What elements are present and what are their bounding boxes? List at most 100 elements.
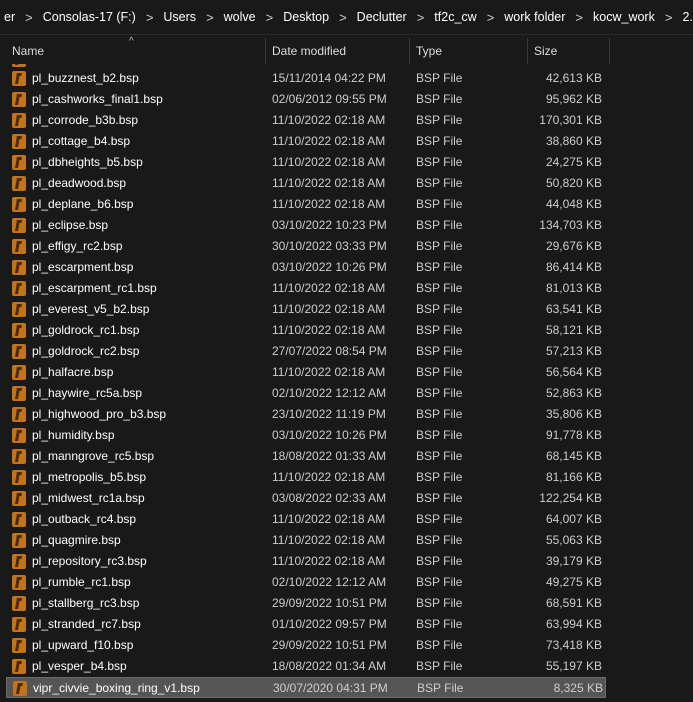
file-row[interactable]: pl_metropolis_b5.bsp 11/10/2022 02:18 AM B… [6, 467, 606, 488]
file-date: 03/10/2022 10:26 PM [272, 260, 387, 274]
column-header-size[interactable]: Size [528, 38, 610, 64]
bsp-file-icon [12, 470, 26, 485]
file-date: 18/08/2022 01:33 AM [272, 449, 387, 463]
file-date: 02/06/2012 09:55 PM [272, 92, 387, 106]
breadcrumb-item[interactable]: 2.0.4_maps [678, 10, 693, 24]
file-size: 55,063 KB [545, 533, 602, 547]
file-name: pl_deplane_b6.bsp [32, 197, 134, 211]
breadcrumb-separator-icon[interactable]: > [333, 10, 353, 25]
file-row[interactable]: pl_eclipse.bsp 03/10/2022 10:23 PM BSP Fil… [6, 215, 606, 236]
file-type: BSP File [416, 449, 463, 463]
file-type: BSP File [416, 197, 463, 211]
file-row[interactable]: pl_humidity.bsp 03/10/2022 10:26 PM BSP Fi… [6, 425, 606, 446]
file-date: 03/10/2022 10:23 PM [272, 218, 387, 232]
file-date: 29/09/2022 10:51 PM [272, 638, 387, 652]
file-type: BSP File [416, 428, 463, 442]
breadcrumb-item[interactable]: Declutter [353, 10, 411, 24]
bsp-file-icon [12, 113, 26, 128]
file-name: pl_vesper_b4.bsp [32, 659, 127, 673]
breadcrumb-item[interactable]: kocw_work [589, 10, 659, 24]
file-row[interactable]: pl_cottage_b4.bsp 11/10/2022 02:18 AM BSP … [6, 131, 606, 152]
breadcrumb-item[interactable]: Desktop [279, 10, 333, 24]
bsp-file-icon [12, 533, 26, 548]
file-row[interactable]: pl_repository_rc3.bsp 11/10/2022 02:18 AM… [6, 551, 606, 572]
file-name: pl_stallberg_rc3.bsp [32, 596, 140, 610]
breadcrumb-separator-icon[interactable]: > [260, 10, 280, 25]
bsp-file-icon [12, 344, 26, 359]
file-row[interactable]: pl_quagmire.bsp 11/10/2022 02:18 AM BSP Fi… [6, 530, 606, 551]
file-type: BSP File [416, 344, 463, 358]
file-name: pl_highwood_pro_b3.bsp [32, 407, 167, 421]
bsp-file-icon [12, 428, 26, 443]
file-date: 11/10/2022 02:18 AM [272, 302, 386, 316]
file-row[interactable]: pl_effigy_rc2.bsp 30/10/2022 03:33 PM BSP … [6, 236, 606, 257]
file-type: BSP File [416, 281, 463, 295]
file-name: pl_buzznest_b2.bsp [32, 71, 139, 85]
file-date: 30/10/2022 03:33 PM [272, 239, 387, 253]
file-type: BSP File [416, 218, 463, 232]
breadcrumb-separator-icon[interactable]: > [19, 10, 39, 25]
bsp-file-icon [12, 596, 26, 611]
breadcrumb-item[interactable]: Users [159, 10, 200, 24]
file-type: BSP File [416, 491, 463, 505]
file-row[interactable]: pl_highwood_pro_b3.bsp 23/10/2022 11:19 P… [6, 404, 606, 425]
file-date: 30/07/2020 04:31 PM [273, 681, 388, 695]
file-row[interactable]: pl_manngrove_rc5.bsp 18/08/2022 01:33 AM B… [6, 446, 606, 467]
bsp-file-icon [12, 554, 26, 569]
file-size: 68,145 KB [545, 449, 602, 463]
file-row[interactable]: pl_haywire_rc5a.bsp 02/10/2022 12:12 AM BS… [6, 383, 606, 404]
bsp-file-icon [12, 71, 26, 86]
file-name: pl_goldrock_rc2.bsp [32, 344, 140, 358]
breadcrumb-item[interactable]: work folder [500, 10, 569, 24]
file-name: pl_midwest_rc1a.bsp [32, 491, 145, 505]
breadcrumb-item[interactable]: er [0, 10, 19, 24]
file-row[interactable]: pl_corrode_b3b.bsp 11/10/2022 02:18 AM BSP… [6, 110, 606, 131]
file-row[interactable]: vipr_civvie_boxing_ring_v1.bsp 30/07/2020… [6, 677, 606, 698]
breadcrumb-item[interactable]: wolve [220, 10, 260, 24]
file-date: 11/10/2022 02:18 AM [272, 554, 386, 568]
breadcrumb-separator-icon[interactable]: > [569, 10, 589, 25]
file-row[interactable]: pl_escarpment_rc1.bsp 11/10/2022 02:18 AM… [6, 278, 606, 299]
file-row[interactable]: pl_goldrock_rc1.bsp 11/10/2022 02:18 AM BS… [6, 320, 606, 341]
file-size: 39,179 KB [545, 554, 602, 568]
file-row[interactable]: pl_rumble_rc1.bsp 02/10/2022 12:12 AM BSP … [6, 572, 606, 593]
breadcrumb-item[interactable]: tf2c_cw [430, 10, 480, 24]
bsp-file-icon [12, 281, 26, 296]
breadcrumb-item[interactable]: Consolas-17 (F:) [39, 10, 140, 24]
column-header-type[interactable]: Type [410, 38, 528, 64]
file-row[interactable]: pl_deadwood.bsp 11/10/2022 02:18 AM BSP Fi… [6, 173, 606, 194]
file-row[interactable]: pl_stranded_rc7.bsp 01/10/2022 09:57 PM BS… [6, 614, 606, 635]
file-row[interactable]: pl_stallberg_rc3.bsp 29/09/2022 10:51 PM B… [6, 593, 606, 614]
file-name: pl_everest_v5_b2.bsp [32, 302, 150, 316]
file-date: 11/10/2022 02:18 AM [272, 281, 386, 295]
file-row[interactable]: pl_vesper_b4.bsp 18/08/2022 01:34 AM BSP F… [6, 656, 606, 677]
file-date: 11/10/2022 02:18 AM [272, 113, 386, 127]
bsp-file-icon [12, 386, 26, 401]
breadcrumb-separator-icon[interactable]: > [140, 10, 160, 25]
file-row[interactable]: pl_halfacre.bsp 11/10/2022 02:18 AM BSP Fi… [6, 362, 606, 383]
breadcrumb-separator-icon[interactable]: > [411, 10, 431, 25]
file-row[interactable]: pl_everest_v5_b2.bsp 11/10/2022 02:18 AM B… [6, 299, 606, 320]
file-row[interactable]: pl_buzznest_b2.bsp 15/11/2014 04:22 PM BSP… [6, 68, 606, 89]
column-header-name[interactable]: Name [6, 38, 266, 64]
breadcrumb-separator-icon[interactable]: > [200, 10, 220, 25]
file-type: BSP File [416, 134, 463, 148]
bsp-file-icon [12, 302, 26, 317]
file-name: pl_quagmire.bsp [32, 533, 121, 547]
breadcrumb-separator-icon[interactable]: > [659, 10, 679, 25]
file-row[interactable]: pl_cashworks_final1.bsp 02/06/2012 09:55 … [6, 89, 606, 110]
file-row[interactable]: pl_upward_f10.bsp 29/09/2022 10:51 PM BSP … [6, 635, 606, 656]
file-name: pl_halfacre.bsp [32, 365, 114, 379]
file-row[interactable]: pl_deplane_b6.bsp 11/10/2022 02:18 AM BSP … [6, 194, 606, 215]
file-size: 73,418 KB [545, 638, 602, 652]
file-row[interactable]: pl_goldrock_rc2.bsp 27/07/2022 08:54 PM BS… [6, 341, 606, 362]
file-row[interactable]: pl_midwest_rc1a.bsp 03/08/2022 02:33 AM BS… [6, 488, 606, 509]
file-row[interactable]: pl_dbheights_b5.bsp 11/10/2022 02:18 AM BS… [6, 152, 606, 173]
file-size: 122,254 KB [539, 491, 602, 505]
bsp-file-icon [12, 323, 26, 338]
breadcrumb-separator-icon[interactable]: > [481, 10, 501, 25]
column-header-date[interactable]: Date modified [266, 38, 410, 64]
file-row[interactable]: pl_escarpment.bsp 03/10/2022 10:26 PM BSP … [6, 257, 606, 278]
file-row[interactable]: pl_outback_rc4.bsp 11/10/2022 02:18 AM BSP… [6, 509, 606, 530]
bsp-file-icon [12, 64, 26, 67]
